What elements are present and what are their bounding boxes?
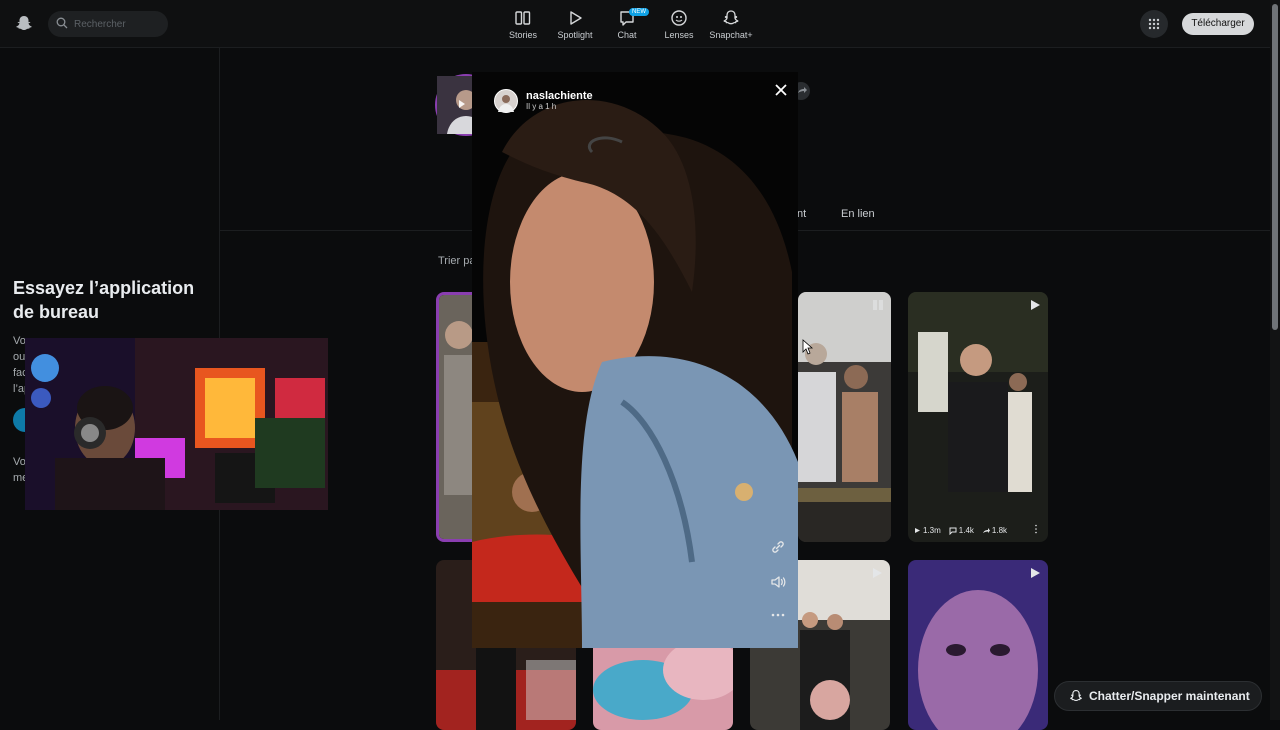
story-more-button[interactable] — [769, 606, 787, 624]
thumbnail-stats: 1.3m 1.4k 1.8k — [914, 526, 1007, 535]
views-icon — [915, 528, 920, 533]
nav-snapchat-plus[interactable]: Snapchat+ — [705, 9, 757, 40]
nav-label: Spotlight — [557, 30, 593, 40]
shares-count: 1.8k — [991, 526, 1008, 535]
nav-lenses[interactable]: Lenses — [653, 9, 705, 40]
multi-snap-icon — [873, 300, 883, 310]
volume-icon — [771, 576, 786, 588]
more-icon[interactable] — [1034, 524, 1038, 534]
spotlight-thumbnail[interactable] — [908, 560, 1048, 730]
top-navigation-bar: Stories Spotlight NEW Chat Lenses Snapch… — [0, 0, 1270, 48]
comments-stat: 1.4k — [949, 526, 974, 535]
nav-label: Lenses — [664, 30, 694, 40]
nav-label: Stories — [508, 30, 537, 40]
copy-link-button[interactable] — [769, 538, 787, 556]
shares-stat: 1.8k — [982, 526, 1007, 535]
close-icon — [775, 84, 787, 96]
play-icon — [1031, 300, 1040, 310]
more-icon — [771, 613, 785, 617]
play-icon — [570, 11, 582, 25]
share-icon — [982, 527, 990, 533]
spotlight-thumbnail[interactable] — [798, 292, 891, 542]
thumbnail-image — [908, 292, 1048, 542]
close-story-button[interactable] — [772, 81, 790, 99]
mute-button[interactable] — [769, 573, 787, 591]
spotlight-thumbnail[interactable]: 1.3m 1.4k 1.8k — [908, 292, 1048, 542]
thumbnail-image — [798, 292, 891, 542]
nav-stories[interactable]: Stories — [497, 9, 549, 40]
sort-label[interactable]: Trier pa — [438, 255, 476, 267]
comment-icon — [949, 527, 957, 535]
tab-links[interactable]: En lien — [841, 208, 875, 220]
nav-chat[interactable]: NEW Chat — [601, 8, 653, 40]
chat-snap-now-button[interactable]: Chatter/Snapper maintenant — [1054, 681, 1262, 711]
play-icon — [1031, 568, 1040, 578]
link-icon — [772, 541, 784, 553]
search-bar[interactable] — [48, 11, 168, 37]
tab-partial[interactable]: nt — [797, 208, 806, 220]
story-username[interactable]: naslachiente — [526, 90, 593, 102]
mouse-cursor-icon — [802, 339, 814, 355]
comments-count: 1.4k — [958, 526, 974, 535]
snapchat-logo-icon[interactable] — [14, 13, 34, 33]
desktop-app-promo-title: Essayez l’application de bureau — [13, 278, 195, 322]
scrollbar-thumb[interactable] — [1272, 4, 1278, 330]
search-icon — [56, 17, 68, 29]
search-input[interactable] — [74, 15, 162, 33]
apps-menu-button[interactable] — [1140, 10, 1168, 38]
play-icon — [873, 568, 882, 578]
ghost-plus-icon — [723, 10, 739, 25]
webcam-overlay — [25, 338, 328, 510]
views-count: 1.3m — [923, 526, 941, 535]
story-media — [472, 72, 798, 648]
stories-icon — [515, 11, 531, 25]
nav-label: Snapchat+ — [709, 30, 753, 40]
views-stat: 1.3m — [914, 526, 941, 535]
ghost-icon — [1070, 690, 1082, 701]
lenses-icon — [671, 10, 687, 26]
story-timestamp: Il y a 1 h — [526, 102, 557, 111]
story-meta: naslachiente Il y a 1 h — [526, 90, 593, 112]
avatar-image — [498, 95, 514, 112]
story-viewer[interactable]: naslachiente Il y a 1 h — [472, 72, 798, 648]
nav-spotlight[interactable]: Spotlight — [549, 9, 601, 40]
new-badge: NEW — [629, 8, 649, 16]
story-header: naslachiente Il y a 1 h — [494, 89, 593, 113]
grid-icon — [1148, 18, 1160, 30]
nav-label: Chat — [617, 30, 637, 40]
chat-cta-label: Chatter/Snapper maintenant — [1089, 689, 1250, 703]
download-button[interactable]: Télécharger — [1182, 13, 1254, 35]
story-user-avatar[interactable] — [494, 89, 518, 113]
webcam-image — [25, 338, 328, 510]
thumbnail-image — [908, 560, 1048, 730]
